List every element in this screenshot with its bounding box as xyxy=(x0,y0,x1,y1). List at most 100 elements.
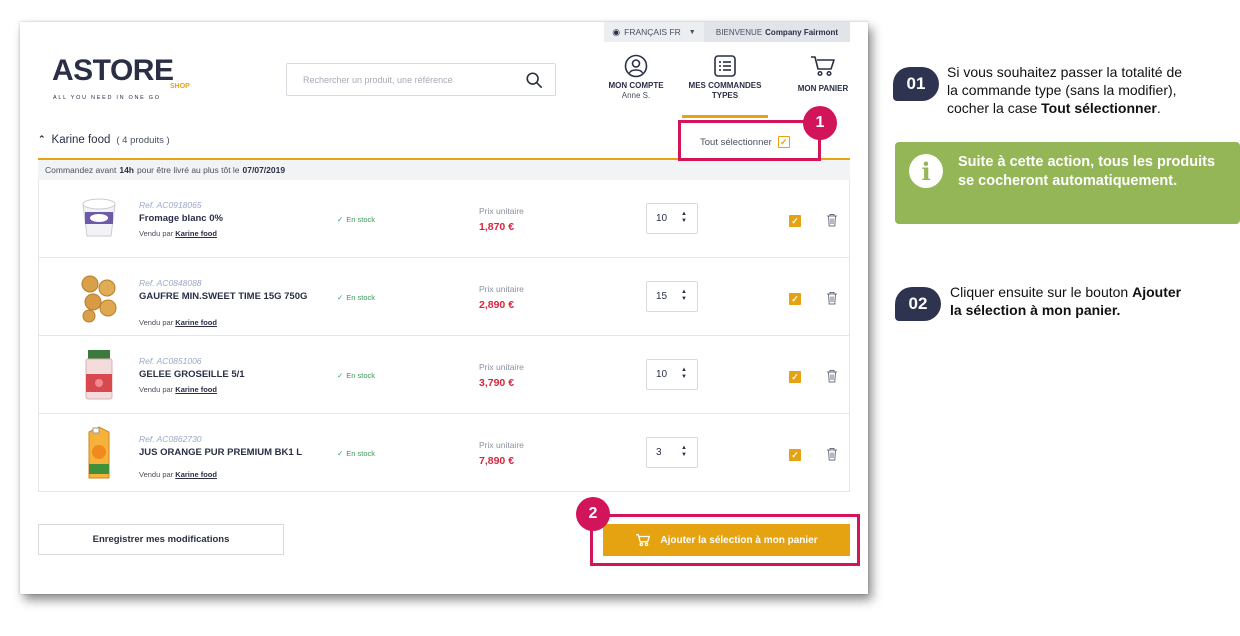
step-2-prefix: Cliquer ensuite sur le bouton xyxy=(950,284,1129,300)
stock-status: ✓ En stock xyxy=(337,371,375,380)
cart-icon xyxy=(811,56,835,77)
stock-status: ✓ En stock xyxy=(337,449,375,458)
language-selector[interactable]: ◉ FRANÇAIS FR ▼ xyxy=(604,22,704,42)
seller-prefix: Vendu par xyxy=(139,229,174,238)
stock-label: En stock xyxy=(346,449,376,458)
check-icon: ✓ xyxy=(337,371,344,380)
trash-icon[interactable] xyxy=(826,213,838,227)
product-row: Ref. AC0862730 JUS ORANGE PUR PREMIUM BK… xyxy=(39,414,849,492)
info-text: Suite à cette action, tous les produits … xyxy=(958,154,1216,189)
stock-label: En stock xyxy=(346,215,376,224)
astore-logo[interactable]: ASTORE SHOP ALL YOU NEED IN ONE GO xyxy=(52,56,202,106)
info-icon: i xyxy=(909,154,943,188)
product-row: Ref. AC0918065 Fromage blanc 0% Vendu pa… xyxy=(39,180,849,258)
product-name[interactable]: Fromage blanc 0% xyxy=(139,213,309,225)
save-changes-button[interactable]: Enregistrer mes modifications xyxy=(38,524,284,555)
logo-tagline: ALL YOU NEED IN ONE GO xyxy=(53,95,161,101)
step-1-line-2: la commande type (sans la modifier), xyxy=(947,82,1177,98)
seller-prefix: Vendu par xyxy=(139,385,174,394)
nav-my-cart[interactable]: MON PANIER xyxy=(794,54,852,94)
quantity-value: 10 xyxy=(656,213,668,224)
row-checkbox[interactable]: ✓ xyxy=(789,449,801,461)
nav-order-templates[interactable]: MES COMMANDES TYPES xyxy=(682,54,768,118)
quantity-value: 10 xyxy=(656,369,668,380)
list-icon xyxy=(714,55,736,77)
highlight-add-button xyxy=(590,514,860,566)
step-2-line-1: Cliquer ensuite sur le bouton Ajouter xyxy=(950,283,1235,301)
chevron-up-icon[interactable]: ⌃ xyxy=(38,134,46,145)
product-image xyxy=(88,426,110,479)
price-label: Prix unitaire xyxy=(479,284,524,294)
seller-prefix: Vendu par xyxy=(139,470,174,479)
quantity-stepper[interactable]: 10 ▲ ▼ xyxy=(646,359,698,390)
quantity-stepper[interactable]: 15 ▲ ▼ xyxy=(646,281,698,312)
nav-orders-label-1: MES COMMANDES xyxy=(688,81,762,90)
stock-status: ✓ En stock xyxy=(337,215,375,224)
search-icon[interactable] xyxy=(525,71,543,89)
row-checkbox[interactable]: ✓ xyxy=(789,371,801,383)
seller-link[interactable]: Karine food xyxy=(175,318,217,327)
product-row: Ref. AC0851006 GELEE GROSEILLE 5/1 Vendu… xyxy=(39,336,849,414)
seller-prefix: Vendu par xyxy=(139,318,174,327)
delivery-prefix: Commandez avant xyxy=(45,165,117,175)
step-1-line-3-prefix: cocher la case xyxy=(947,100,1038,116)
active-tab-underline xyxy=(682,115,768,118)
product-name[interactable]: JUS ORANGE PUR PREMIUM BK1 L xyxy=(139,447,309,459)
row-checkbox[interactable]: ✓ xyxy=(789,293,801,305)
product-image xyxy=(82,198,116,237)
stepper-arrows-icon[interactable]: ▲ ▼ xyxy=(681,211,687,225)
nav-orders-label-2: TYPES xyxy=(711,91,739,100)
product-name[interactable]: GELEE GROSEILLE 5/1 xyxy=(139,369,309,381)
delivery-middle: pour être livré au plus tôt le xyxy=(137,165,240,175)
stock-label: En stock xyxy=(346,293,376,302)
stepper-arrows-icon[interactable]: ▲ ▼ xyxy=(681,445,687,459)
unit-price: 1,870 € xyxy=(479,221,515,233)
group-title: Karine food xyxy=(51,134,111,146)
tutorial-stage: ◉ FRANÇAIS FR ▼ BIENVENUE Company Fairmo… xyxy=(0,0,1240,636)
step-1-number: 01 xyxy=(893,67,939,101)
product-ref: Ref. AC0918065 xyxy=(139,200,202,210)
product-row: Ref. AC0848088 GAUFRE MIN.SWEET TIME 15G… xyxy=(39,258,849,336)
stepper-arrows-icon[interactable]: ▲ ▼ xyxy=(681,289,687,303)
trash-icon[interactable] xyxy=(826,369,838,383)
product-name[interactable]: GAUFRE MIN.SWEET TIME 15G 750G xyxy=(139,291,309,303)
step-1-line-3: cocher la case Tout sélectionner. xyxy=(947,99,1237,117)
step-1-emphasis: Tout sélectionner xyxy=(1041,100,1157,116)
product-seller: Vendu par Karine food xyxy=(139,318,217,327)
product-image xyxy=(81,275,117,323)
seller-link[interactable]: Karine food xyxy=(175,385,217,394)
product-ref: Ref. AC0851006 xyxy=(139,356,202,366)
top-bar: ◉ FRANÇAIS FR ▼ BIENVENUE Company Fairmo… xyxy=(20,22,868,42)
seller-link[interactable]: Karine food xyxy=(175,229,217,238)
unit-price: 7,890 € xyxy=(479,455,515,467)
unit-price: 3,790 € xyxy=(479,377,515,389)
nav-account-label: MON COMPTE xyxy=(608,81,664,90)
delivery-info: Commandez avant 14h pour être livré au p… xyxy=(38,160,850,180)
stepper-arrows-icon[interactable]: ▲ ▼ xyxy=(681,367,687,381)
app-window: ◉ FRANÇAIS FR ▼ BIENVENUE Company Fairmo… xyxy=(20,22,868,594)
search-bar xyxy=(286,63,556,96)
stock-status: ✓ En stock xyxy=(337,293,375,302)
group-header[interactable]: ⌃ Karine food ( 4 produits ) xyxy=(38,134,170,147)
logo-shop: SHOP xyxy=(170,83,190,90)
trash-icon[interactable] xyxy=(826,291,838,305)
group-count: ( 4 produits ) xyxy=(116,134,170,146)
callout-badge-2: 2 xyxy=(576,497,610,531)
nav-my-account[interactable]: MON COMPTE Anne S. xyxy=(604,54,668,101)
check-icon: ✓ xyxy=(337,449,344,458)
quantity-stepper[interactable]: 3 ▲ ▼ xyxy=(646,437,698,468)
step-1-text: Si vous souhaitez passer la totalité de … xyxy=(947,63,1237,117)
product-ref: Ref. AC0862730 xyxy=(139,434,202,444)
search-input[interactable] xyxy=(303,74,523,85)
nav-cart-label: MON PANIER xyxy=(797,84,849,93)
row-checkbox[interactable]: ✓ xyxy=(789,215,801,227)
seller-link[interactable]: Karine food xyxy=(175,470,217,479)
stock-label: En stock xyxy=(346,371,376,380)
trash-icon[interactable] xyxy=(826,447,838,461)
language-label: FRANÇAIS FR xyxy=(624,27,681,37)
step-1-line-3-suffix: . xyxy=(1156,100,1161,116)
step-2-emphasis-1: Ajouter xyxy=(1132,284,1182,300)
callout-badge-1: 1 xyxy=(803,106,837,140)
globe-icon: ◉ xyxy=(612,26,621,37)
quantity-stepper[interactable]: 10 ▲ ▼ xyxy=(646,203,698,234)
